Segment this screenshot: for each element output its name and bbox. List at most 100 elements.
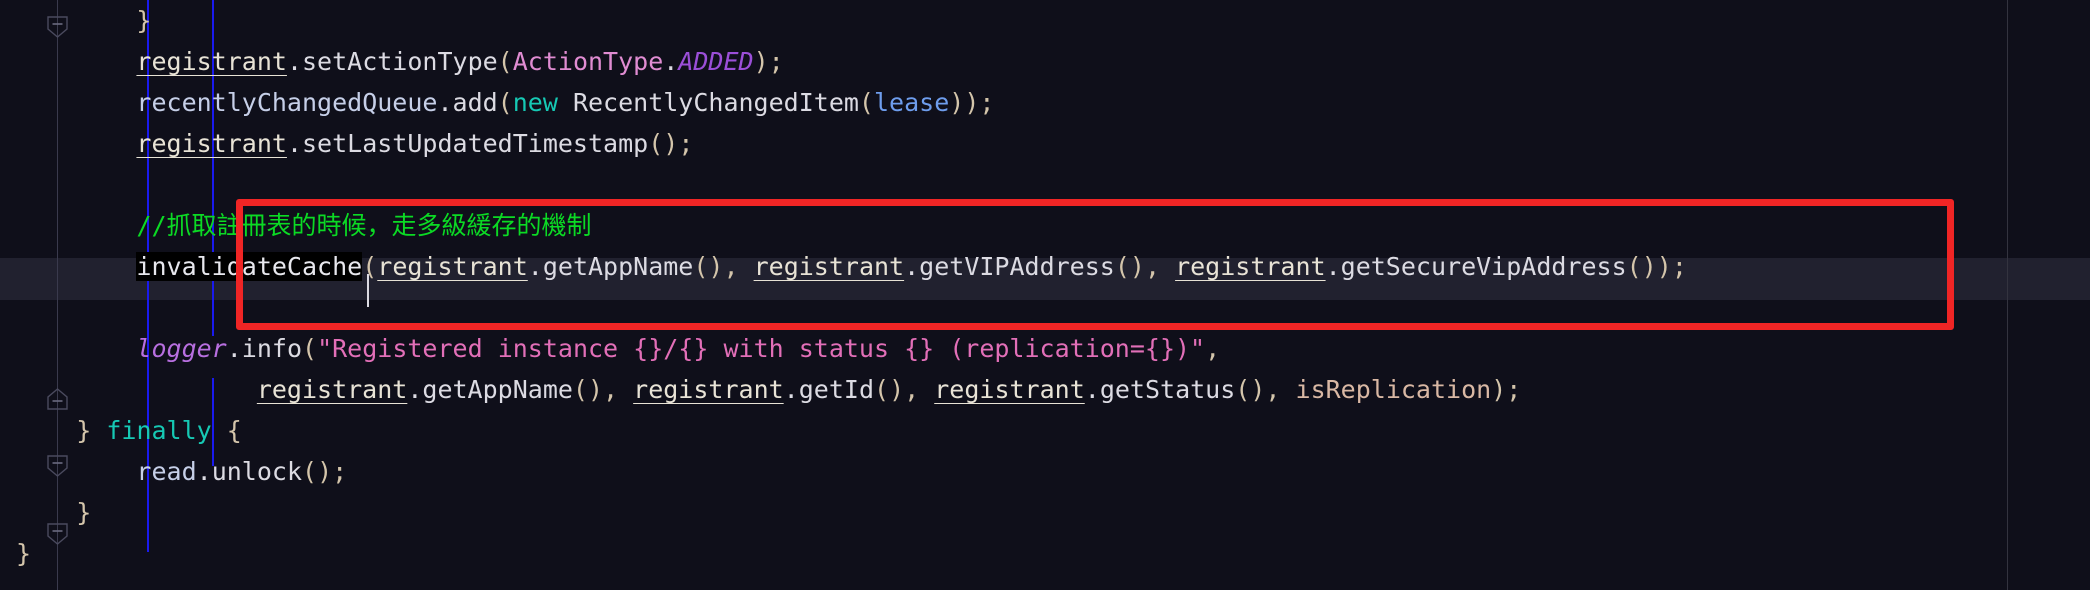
code-token: ; [678,129,694,158]
code-token: new [512,88,558,117]
code-token: , [1205,334,1221,363]
code-token: registrant [633,375,784,404]
code-token: ) [708,252,724,281]
code-token: ) [753,47,769,76]
code-token: } [16,539,32,568]
code-token: } [76,498,92,527]
code-token: getId [798,375,874,404]
code-token: info [241,334,303,363]
code-token: registrant [136,129,287,158]
code-token: ) [1491,375,1507,404]
code-token: . [286,47,302,76]
code-token: RecentlyChangedItem [557,88,859,117]
code-line[interactable]: registrant.setLastUpdatedTimestamp(); [16,123,693,164]
code-token: ( [497,47,513,76]
code-token: ; [979,88,995,117]
code-token: ; [1506,375,1522,404]
code-token: ) [889,375,905,404]
code-token: , [723,252,754,281]
code-token: ( [1114,252,1130,281]
code-token: . [904,252,920,281]
code-token: . [286,129,302,158]
code-token: { [226,416,242,445]
code-line[interactable]: } [16,533,31,574]
code-token: . [196,457,212,486]
code-token: ( [362,252,378,281]
code-token: add [452,88,498,117]
code-token: getAppName [542,252,694,281]
code-token: getStatus [1099,375,1236,404]
code-token: lease [873,88,950,117]
code-token: . [226,334,242,363]
code-token: ) [1656,252,1672,281]
code-token: ; [332,457,348,486]
code-token: getSecureVipAddress [1340,252,1627,281]
code-token: . [407,375,423,404]
code-line[interactable]: //抓取註冊表的時候，走多級緩存的機制 [16,205,592,246]
code-token: isReplication [1295,375,1492,404]
code-line[interactable]: logger.info("Registered instance {}/{} w… [16,328,1220,369]
code-line[interactable]: recentlyChangedQueue.add(new RecentlyCha… [16,82,994,123]
code-token: , [1265,375,1296,404]
code-line[interactable]: } finally { [16,410,242,451]
code-token: setActionType [302,47,498,76]
code-token: recentlyChangedQueue [136,88,438,117]
code-token: //抓取註冊表的時候，走多級緩存的機制 [136,211,592,240]
code-line[interactable]: registrant.getAppName(), registrant.getI… [16,369,1521,410]
code-token: registrant [753,252,905,281]
code-line[interactable]: invalidateCache(registrant.getAppName(),… [16,246,1687,287]
code-token: getAppName [422,375,573,404]
code-token: ( [497,88,513,117]
code-token: . [437,88,453,117]
code-token: ( [874,375,890,404]
code-token: ADDED [678,47,754,76]
code-token: , [603,375,634,404]
code-token: ; [1671,252,1687,281]
code-token: registrant [934,375,1085,404]
code-token: } [76,416,92,445]
code-line[interactable]: registrant.setActionType(ActionType.ADDE… [16,41,784,82]
code-token: getVIPAddress [919,252,1115,281]
code-token: registrant [136,47,287,76]
text-caret [367,274,369,307]
code-token: ActionType [512,47,664,76]
code-token: ) [949,88,965,117]
code-line[interactable]: read.unlock(); [16,451,347,492]
code-token: "Registered instance {}/{} with status {… [317,334,1206,363]
code-token: , [1144,252,1176,281]
code-line[interactable]: } [16,492,91,533]
code-token: ( [1235,375,1251,404]
code-editor[interactable]: } registrant.setActionType(ActionType.AD… [0,0,2090,590]
code-token: ) [964,88,980,117]
code-token: . [783,375,799,404]
code-token: ) [1250,375,1266,404]
code-token: registrant [256,375,408,404]
code-token: ) [1641,252,1657,281]
code-token: ( [302,334,318,363]
code-token: ( [572,375,588,404]
code-token: read [136,457,197,486]
code-token: ) [1129,252,1145,281]
code-token: . [527,252,543,281]
right-margin-guide [2007,0,2008,590]
code-token: ) [587,375,604,404]
code-token: ( [1626,252,1642,281]
code-token: ; [768,47,784,76]
code-token: unlock [211,457,303,486]
code-token: . [663,47,679,76]
code-token: ( [693,252,709,281]
code-token: registrant [1175,252,1326,281]
code-token: . [1325,252,1341,281]
code-line[interactable]: } [16,0,151,41]
